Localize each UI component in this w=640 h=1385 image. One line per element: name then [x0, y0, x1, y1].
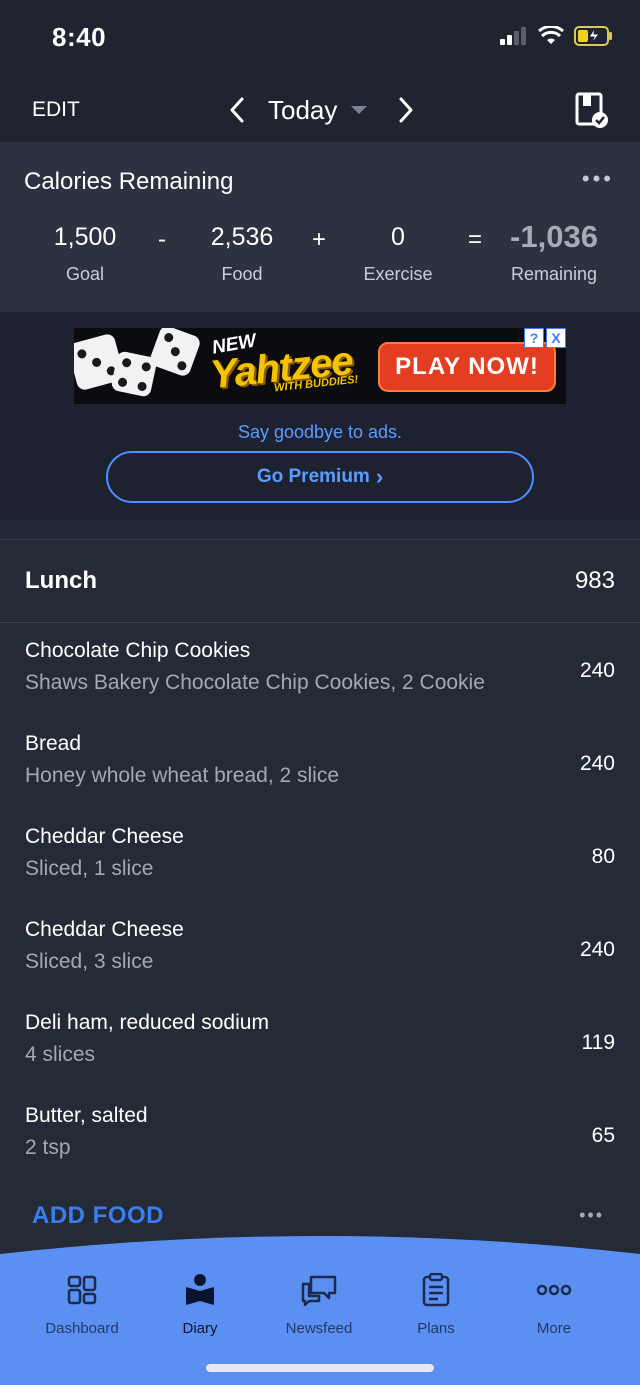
food-calories: 119 [581, 1031, 615, 1054]
goal-label: Goal [65, 264, 105, 284]
ad-controls: ? X [524, 328, 566, 348]
goal-value: 1,500 [53, 223, 117, 251]
food-description: Sliced, 1 slice [25, 857, 154, 880]
equals-operator: = [468, 226, 483, 253]
calories-remaining-card: Calories Remaining ••• 1,500 Goal - 2,53… [0, 142, 640, 312]
food-name: Butter, salted [25, 1104, 148, 1127]
food-description: Honey whole wheat bread, 2 slice [25, 764, 340, 787]
signal-icon [500, 27, 526, 45]
remove-ads-link[interactable]: Say goodbye to ads. [0, 422, 640, 443]
status-bar: 8:40 [0, 0, 640, 80]
minus-operator: - [158, 226, 166, 253]
date-label[interactable]: Today [268, 95, 337, 126]
food-column: 2,536 Food [172, 220, 312, 285]
dashboard-icon [62, 1270, 102, 1310]
remaining-value: -1,036 [510, 219, 598, 254]
food-description: Shaws Bakery Chocolate Chip Cookies, 2 C… [25, 671, 485, 694]
food-row[interactable]: Deli ham, reduced sodium 4 slices 119 [0, 995, 640, 1088]
tab-label: Plans [417, 1320, 455, 1337]
exercise-column: 0 Exercise [328, 220, 468, 285]
status-time: 8:40 [52, 22, 107, 52]
exercise-value: 0 [391, 223, 405, 251]
go-premium-label: Go Premium [256, 466, 370, 487]
meal-name: Lunch [25, 567, 97, 594]
plans-icon [416, 1270, 456, 1310]
newsfeed-icon [299, 1270, 339, 1310]
food-row[interactable]: Bread Honey whole wheat bread, 2 slice 2… [0, 716, 640, 809]
tab-bar: Dashboard Diary Newsfeed Plans More [0, 1232, 640, 1385]
go-premium-button[interactable]: Go Premium › [106, 451, 534, 503]
exercise-label: Exercise [363, 264, 433, 284]
food-value: 2,536 [210, 223, 274, 251]
top-bar: EDIT Today [0, 80, 640, 142]
next-day-button[interactable] [395, 94, 417, 126]
meal-calories: 983 [574, 567, 615, 594]
food-name: Deli ham, reduced sodium [25, 1011, 269, 1034]
tab-plans[interactable]: Plans [372, 1270, 500, 1337]
more-icon [534, 1270, 574, 1310]
food-calories: 240 [579, 938, 615, 961]
add-food-button[interactable]: ADD FOOD [32, 1202, 164, 1230]
meal-more-options-icon[interactable]: ••• [579, 1205, 604, 1226]
food-name: Cheddar Cheese [25, 918, 184, 941]
calendar-check-button[interactable] [574, 90, 610, 130]
food-row[interactable]: Chocolate Chip Cookies Shaws Bakery Choc… [0, 623, 640, 716]
tab-diary[interactable]: Diary [136, 1270, 264, 1337]
food-calories: 80 [591, 845, 615, 868]
wifi-icon [538, 26, 564, 44]
tab-dashboard[interactable]: Dashboard [18, 1270, 146, 1337]
diary-icon [180, 1270, 220, 1310]
food-row[interactable]: Butter, salted 2 tsp 65 [0, 1088, 640, 1181]
chevron-left-icon [230, 97, 244, 123]
chevron-down-icon[interactable] [351, 106, 368, 114]
ad-banner[interactable]: NEW Yahtzee WITH BUDDIES! PLAY NOW! ? X [74, 328, 566, 404]
dice-icon [148, 328, 202, 378]
previous-day-button[interactable] [226, 94, 248, 126]
food-name: Bread [25, 732, 82, 755]
status-icons [500, 26, 614, 46]
chevron-right-icon [399, 97, 413, 123]
food-name: Chocolate Chip Cookies [25, 639, 251, 662]
food-calories: 240 [579, 752, 615, 775]
tab-newsfeed[interactable]: Newsfeed [255, 1270, 383, 1337]
tab-label: Dashboard [45, 1320, 119, 1337]
chevron-right-icon: › [375, 464, 384, 489]
plus-operator: + [312, 226, 327, 253]
tab-label: More [536, 1320, 572, 1337]
food-calories: 240 [579, 659, 615, 682]
goal-column: 1,500 Goal [15, 220, 155, 285]
food-row[interactable]: Cheddar Cheese Sliced, 3 slice 240 [0, 902, 640, 995]
tab-more[interactable]: More [490, 1270, 618, 1337]
remaining-column: -1,036 Remaining [484, 220, 624, 285]
remaining-label: Remaining [510, 264, 598, 284]
tab-label: Newsfeed [285, 1320, 353, 1337]
food-name: Cheddar Cheese [25, 825, 184, 848]
battery-charging-icon [574, 26, 612, 46]
edit-button[interactable]: EDIT [32, 98, 80, 122]
tab-label: Diary [182, 1320, 218, 1337]
food-label: Food [221, 264, 263, 284]
food-description: 2 tsp [25, 1136, 71, 1159]
food-row[interactable]: Cheddar Cheese Sliced, 1 slice 80 [0, 809, 640, 902]
home-indicator[interactable] [206, 1364, 434, 1372]
ad-close-icon[interactable]: X [546, 328, 566, 348]
more-options-icon[interactable]: ••• [582, 166, 614, 192]
food-description: Sliced, 3 slice [25, 950, 154, 973]
food-calories: 65 [591, 1124, 615, 1147]
ad-info-icon[interactable]: ? [524, 328, 544, 348]
ad-play-button[interactable]: PLAY NOW! [378, 342, 556, 392]
section-separator [0, 520, 640, 540]
calories-title: Calories Remaining [24, 168, 234, 195]
meal-header[interactable]: Lunch 983 [0, 541, 640, 623]
calendar-check-icon [575, 92, 608, 128]
date-navigator: Today [226, 90, 417, 130]
food-description: 4 slices [25, 1043, 96, 1066]
ad-area: NEW Yahtzee WITH BUDDIES! PLAY NOW! ? X … [0, 312, 640, 520]
